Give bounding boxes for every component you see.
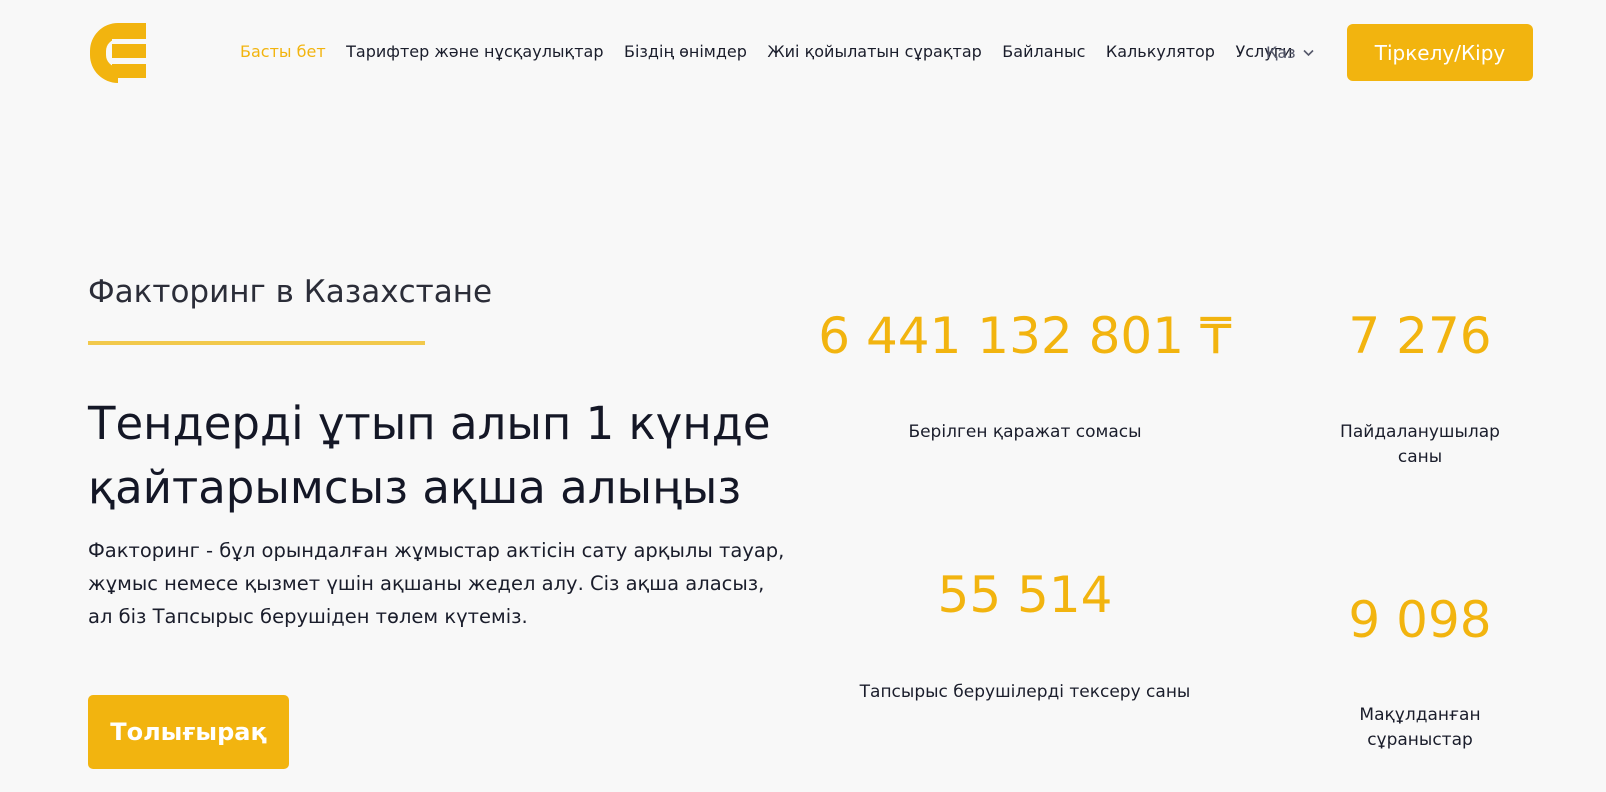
nav-tariffs[interactable]: Тарифтер және нұсқаулықтар [346,40,603,64]
brand-logo-icon[interactable] [86,21,150,85]
site-header: Басты бет Тарифтер және нұсқаулықтар Біз… [0,0,1606,105]
hero-description: Факторинг - бұл орындалған жұмыстар акті… [88,539,785,628]
language-selector[interactable]: Қаз [1266,40,1315,64]
nav-products[interactable]: Біздің өнімдер [624,40,747,64]
stat-amount-label: Берілген қаражат сомасы [908,422,1142,442]
stat-users-value: 7 276 [1348,307,1492,365]
main-nav: Басты бет Тарифтер және нұсқаулықтар Біз… [240,40,1313,64]
stat-approved-value: 9 098 [1348,591,1492,649]
nav-calculator[interactable]: Калькулятор [1106,40,1215,64]
stat-amount-value: 6 441 132 801 ₸ [818,307,1232,365]
more-button[interactable]: Толығырақ [88,695,289,769]
stat-checks-label: Тапсырыс берушілерді тексеру саны [859,682,1191,702]
nav-home[interactable]: Басты бет [240,40,326,64]
language-label: Қаз [1266,42,1296,62]
logo-mark [90,23,146,83]
login-button[interactable]: Тіркелу/Кіру [1347,24,1533,81]
nav-faq[interactable]: Жиі қойылатын сұрақтар [767,40,981,64]
hero-headline: Тендерді ұтып алып 1 күнде қайтарымсыз а… [88,397,771,514]
chevron-down-icon [1303,49,1314,56]
subtitle-underline [88,341,425,345]
section-subtitle: Факторинг в Казахстане [88,274,493,310]
stat-checks-value: 55 514 [937,566,1113,624]
stat-users-label: Пайдаланушылар саны [1340,422,1500,467]
nav-contacts[interactable]: Байланыс [1002,40,1085,64]
stat-approved-label: Мақұлданған сұраныстар [1359,705,1481,750]
